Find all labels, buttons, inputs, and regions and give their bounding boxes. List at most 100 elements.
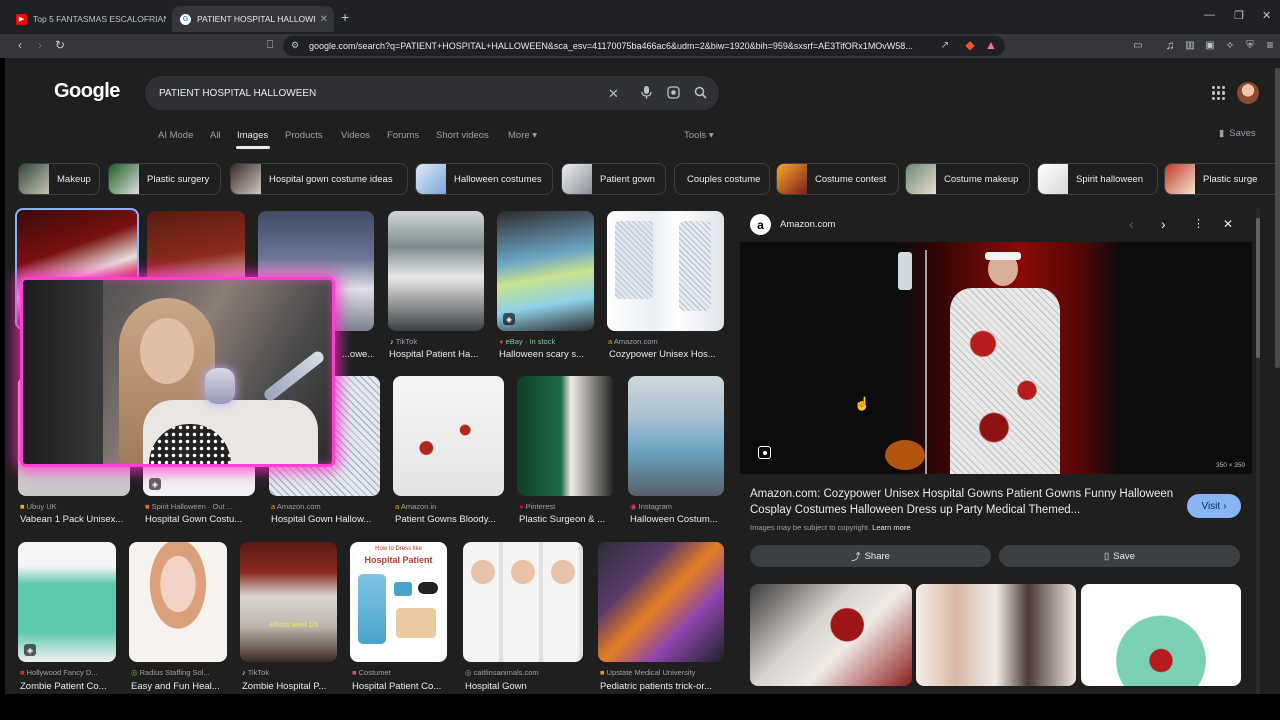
apps-grid-icon[interactable] bbox=[1212, 86, 1226, 100]
tab-videos[interactable]: Videos bbox=[341, 130, 370, 141]
result-title[interactable]: Hospital Gown bbox=[465, 681, 583, 692]
previous-icon[interactable]: ‹ bbox=[1129, 216, 1134, 232]
chip-spirit-halloween[interactable]: Spirit halloween bbox=[1037, 163, 1158, 195]
result-image-17[interactable] bbox=[463, 542, 583, 662]
result-title[interactable]: Plastic Surgeon & ... bbox=[519, 514, 615, 525]
result-title[interactable]: Zombie Patient Co... bbox=[20, 681, 118, 692]
microphone-icon[interactable] bbox=[641, 86, 652, 102]
result-source: ● Pinterest bbox=[519, 502, 556, 511]
result-image-6[interactable] bbox=[607, 211, 724, 331]
google-logo[interactable]: Google bbox=[54, 80, 120, 103]
back-icon[interactable]: ‹ bbox=[12, 37, 28, 53]
result-image-18[interactable] bbox=[598, 542, 724, 662]
learn-more-link[interactable]: Learn more bbox=[872, 523, 910, 532]
tab-short-videos[interactable]: Short videos bbox=[436, 130, 489, 141]
result-title[interactable]: Patient Gowns Bloody... bbox=[395, 514, 507, 525]
address-bar[interactable]: ⚙ google.com/search?q=PATIENT+HOSPITAL+H… bbox=[283, 36, 1005, 56]
share-button[interactable]: ⤴ Share bbox=[750, 545, 991, 567]
sidebar-icon[interactable]: ▥ bbox=[1182, 37, 1198, 53]
panel-scroll-thumb[interactable] bbox=[1256, 218, 1260, 358]
forward-icon[interactable]: › bbox=[32, 37, 48, 53]
share-page-icon[interactable]: ↗ bbox=[937, 37, 953, 53]
result-title[interactable]: Cozypower Unisex Hos... bbox=[609, 349, 725, 360]
result-image-13[interactable]: ◈ bbox=[18, 542, 116, 662]
tab-forums[interactable]: Forums bbox=[387, 130, 419, 141]
page-scrollbar[interactable] bbox=[1275, 58, 1280, 694]
preview-image[interactable]: ☝ 350 × 350 bbox=[740, 242, 1252, 474]
result-image-14[interactable] bbox=[129, 542, 227, 662]
tab-youtube[interactable]: ▶ Top 5 FANTASMAS ESCALOFRIANTES bbox=[8, 6, 166, 32]
search-box[interactable]: PATIENT HOSPITAL HALLOWEEN ✕ bbox=[145, 76, 719, 110]
result-image-12[interactable] bbox=[628, 376, 724, 496]
clear-search-icon[interactable]: ✕ bbox=[608, 86, 619, 102]
saves-button[interactable]: ▮ Saves bbox=[1219, 128, 1256, 139]
result-title[interactable]: Pediatric patients trick-or... bbox=[600, 681, 725, 692]
result-image-5[interactable]: ◈ bbox=[497, 211, 594, 331]
chip-plastic-surgery[interactable]: Plastic surgery bbox=[108, 163, 221, 195]
result-title[interactable]: Hospital Patient Ha... bbox=[389, 349, 485, 360]
result-title[interactable]: Zombie Hospital P... bbox=[242, 681, 339, 692]
new-tab-icon[interactable]: + bbox=[341, 9, 349, 25]
lens-search-icon[interactable] bbox=[758, 446, 771, 459]
result-title[interactable]: Easy and Fun Heal... bbox=[131, 681, 229, 692]
preview-title[interactable]: Amazon.com: Cozypower Unisex Hospital Go… bbox=[750, 486, 1175, 518]
chip-makeup[interactable]: Makeup bbox=[18, 163, 100, 195]
visit-button[interactable]: Visit › bbox=[1187, 494, 1241, 518]
tools-button[interactable]: Tools ▾ bbox=[684, 130, 714, 141]
brave-rewards-icon[interactable]: ▲ bbox=[983, 37, 999, 53]
more-options-icon[interactable]: ⋮ bbox=[1193, 217, 1204, 230]
bookmark-icon[interactable]: ⎕ bbox=[262, 37, 278, 53]
result-title[interactable]: Halloween Costum... bbox=[630, 514, 725, 525]
tab-images[interactable]: Images bbox=[237, 130, 268, 141]
related-image-3[interactable] bbox=[1081, 584, 1241, 686]
result-title[interactable]: Hospital Patient Co... bbox=[352, 681, 449, 692]
minimize-icon[interactable]: — bbox=[1204, 9, 1215, 21]
close-tab-icon[interactable]: ✕ bbox=[320, 14, 328, 25]
result-image-16[interactable]: How to Dress like Hospital Patient bbox=[350, 542, 447, 662]
panel-scrollbar[interactable] bbox=[1256, 208, 1260, 694]
related-image-1[interactable] bbox=[750, 584, 912, 686]
preview-source[interactable]: Amazon.com bbox=[780, 219, 835, 230]
result-title[interactable]: Hospital Gown Hallow... bbox=[271, 514, 383, 525]
result-title[interactable]: ...owe... bbox=[342, 349, 374, 360]
page-scroll-thumb[interactable] bbox=[1275, 68, 1280, 368]
result-image-4[interactable] bbox=[388, 211, 484, 331]
result-title[interactable]: Hospital Gown Costu... bbox=[145, 514, 257, 525]
brave-shield-icon[interactable]: ◆ bbox=[962, 37, 978, 53]
chip-hospital-gown-costume-ideas[interactable]: Hospital gown costume ideas bbox=[230, 163, 408, 195]
restore-icon[interactable]: ❐ bbox=[1234, 9, 1244, 22]
chip-couples-costume[interactable]: Couples costume bbox=[674, 163, 770, 195]
save-button[interactable]: ▯ Save bbox=[999, 545, 1240, 567]
chip-patient-gown[interactable]: Patient gown bbox=[561, 163, 666, 195]
chip-costume-makeup[interactable]: Costume makeup bbox=[905, 163, 1030, 195]
tab-all[interactable]: All bbox=[210, 130, 221, 141]
media-icon[interactable]: ♫ bbox=[1162, 37, 1178, 53]
extensions-icon[interactable]: ✧ bbox=[1222, 37, 1238, 53]
menu-icon[interactable]: ≡ bbox=[1262, 37, 1278, 53]
lens-icon[interactable] bbox=[667, 86, 680, 102]
chip-costume-contest[interactable]: Costume contest bbox=[776, 163, 899, 195]
related-image-2[interactable] bbox=[916, 584, 1076, 686]
result-image-15[interactable]: Efforts level 1/5 bbox=[240, 542, 337, 662]
search-icon[interactable] bbox=[694, 86, 707, 102]
result-title[interactable]: Vabean 1 Pack Unisex... bbox=[20, 514, 132, 525]
avatar[interactable] bbox=[1237, 82, 1259, 104]
tab-products[interactable]: Products bbox=[285, 130, 323, 141]
url-text: google.com/search?q=PATIENT+HOSPITAL+HAL… bbox=[309, 41, 913, 51]
cast-icon[interactable]: ▭ bbox=[1130, 37, 1146, 53]
tab-more[interactable]: More ▾ bbox=[508, 130, 537, 141]
result-image-11[interactable] bbox=[517, 376, 615, 496]
reload-icon[interactable]: ↻ bbox=[52, 37, 68, 53]
chip-plastic-surge[interactable]: Plastic surge bbox=[1164, 163, 1275, 195]
result-image-10[interactable] bbox=[393, 376, 504, 496]
tab-google-search[interactable]: G PATIENT HOSPITAL HALLOWEEN ✕ bbox=[172, 6, 334, 32]
chip-halloween-costumes[interactable]: Halloween costumes bbox=[415, 163, 553, 195]
wallet-icon[interactable]: ▣ bbox=[1202, 37, 1218, 53]
result-title[interactable]: Halloween scary s... bbox=[499, 349, 595, 360]
site-info-icon[interactable]: ⚙ bbox=[291, 40, 299, 51]
next-icon[interactable]: › bbox=[1161, 216, 1166, 232]
close-window-icon[interactable]: ✕ bbox=[1262, 9, 1271, 22]
tab-ai-mode[interactable]: AI Mode bbox=[158, 130, 193, 141]
vpn-icon[interactable]: ⛨ bbox=[1242, 37, 1258, 53]
close-preview-icon[interactable]: ✕ bbox=[1223, 217, 1233, 231]
